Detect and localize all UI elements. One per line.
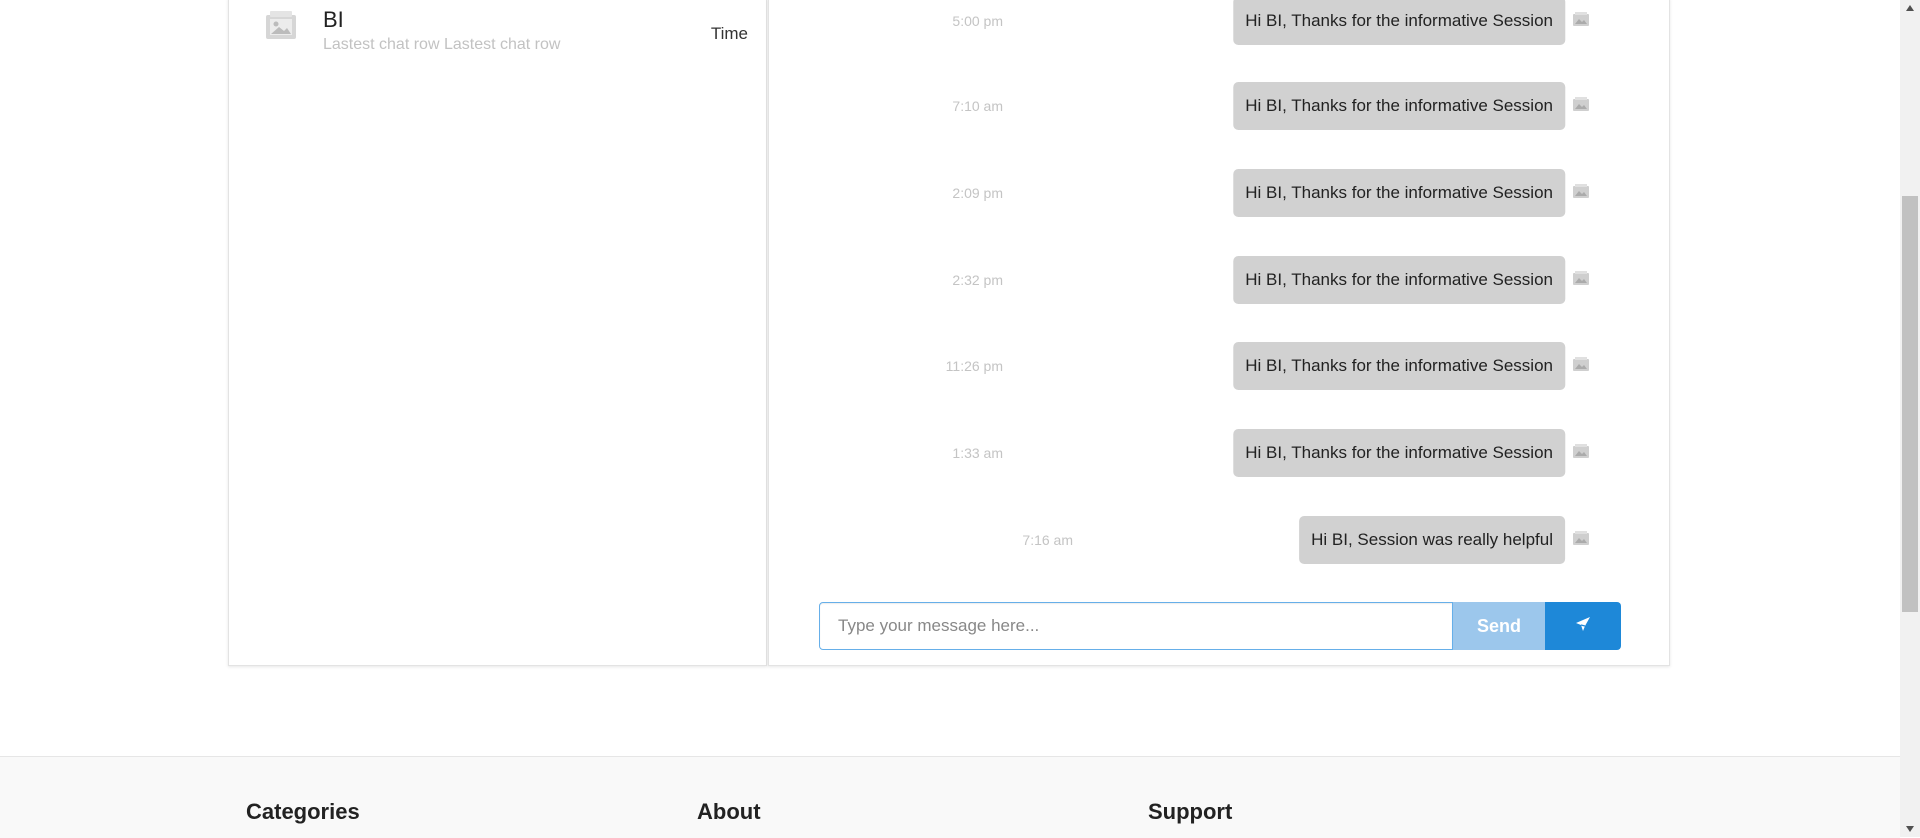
chat-window: 5:00 pm Hi BI, Thanks for the informativ… — [768, 0, 1670, 666]
chat-last-message-preview: Lastest chat row Lastest chat row — [323, 36, 561, 53]
plane-icon — [1575, 616, 1591, 637]
message-row: 7:16 am Hi BI, Session was really helpfu… — [769, 516, 1669, 566]
page-scrollbar[interactable] — [1900, 0, 1920, 837]
message-bubble: Hi BI, Thanks for the informative Sessio… — [1233, 256, 1565, 304]
sender-avatar-icon — [1569, 266, 1593, 290]
message-time: 2:32 pm — [952, 272, 1003, 288]
chat-contact-name: BI — [323, 7, 344, 32]
message-time: 7:10 am — [952, 98, 1003, 114]
footer-heading-support: Support — [1148, 799, 1233, 824]
message-row: 2:32 pm Hi BI, Thanks for the informativ… — [769, 256, 1669, 306]
message-row: 1:33 am Hi BI, Thanks for the informativ… — [769, 429, 1669, 479]
message-bubble: Hi BI, Thanks for the informative Sessio… — [1233, 169, 1565, 217]
scroll-down-arrow-icon[interactable] — [1900, 821, 1920, 837]
message-bubble: Hi BI, Thanks for the informative Sessio… — [1233, 429, 1565, 477]
send-plane-button[interactable] — [1545, 602, 1621, 650]
chat-time: Time — [710, 24, 748, 43]
scroll-up-arrow-icon[interactable] — [1900, 0, 1920, 16]
sender-avatar-icon — [1569, 7, 1593, 31]
message-row: 5:00 pm Hi BI, Thanks for the informativ… — [769, 0, 1669, 47]
message-bubble: Hi BI, Thanks for the informative Sessio… — [1233, 342, 1565, 390]
avatar-placeholder-icon — [265, 10, 297, 40]
sender-avatar-icon — [1569, 179, 1593, 203]
message-compose-bar: Send — [819, 602, 1621, 650]
message-time: 7:16 am — [1022, 532, 1073, 548]
message-bubble: Hi BI, Session was really helpful — [1299, 516, 1565, 564]
message-row: 11:26 pm Hi BI, Thanks for the informati… — [769, 342, 1669, 392]
sender-avatar-icon — [1569, 352, 1593, 376]
message-time: 5:00 pm — [952, 13, 1003, 29]
sender-avatar-icon — [1569, 526, 1593, 550]
chat-list-item[interactable]: BI Lastest chat row Lastest chat row Tim… — [229, 0, 766, 58]
footer-heading-about: About — [697, 799, 761, 824]
scrollbar-thumb[interactable] — [1902, 196, 1918, 612]
message-time: 11:26 pm — [945, 358, 1003, 374]
sender-avatar-icon — [1569, 439, 1593, 463]
message-time: 2:09 pm — [952, 185, 1003, 201]
message-bubble: Hi BI, Thanks for the informative Sessio… — [1233, 0, 1565, 45]
message-time: 1:33 am — [952, 445, 1003, 461]
message-input[interactable] — [819, 602, 1453, 650]
footer-heading-categories: Categories — [246, 799, 360, 824]
chat-list-panel: BI Lastest chat row Lastest chat row Tim… — [228, 0, 767, 666]
message-row: 2:09 pm Hi BI, Thanks for the informativ… — [769, 169, 1669, 219]
message-bubble: Hi BI, Thanks for the informative Sessio… — [1233, 82, 1565, 130]
sender-avatar-icon — [1569, 92, 1593, 116]
footer: Categories About Support — [0, 756, 1900, 838]
message-row: 7:10 am Hi BI, Thanks for the informativ… — [769, 82, 1669, 132]
send-button[interactable]: Send — [1453, 602, 1545, 650]
